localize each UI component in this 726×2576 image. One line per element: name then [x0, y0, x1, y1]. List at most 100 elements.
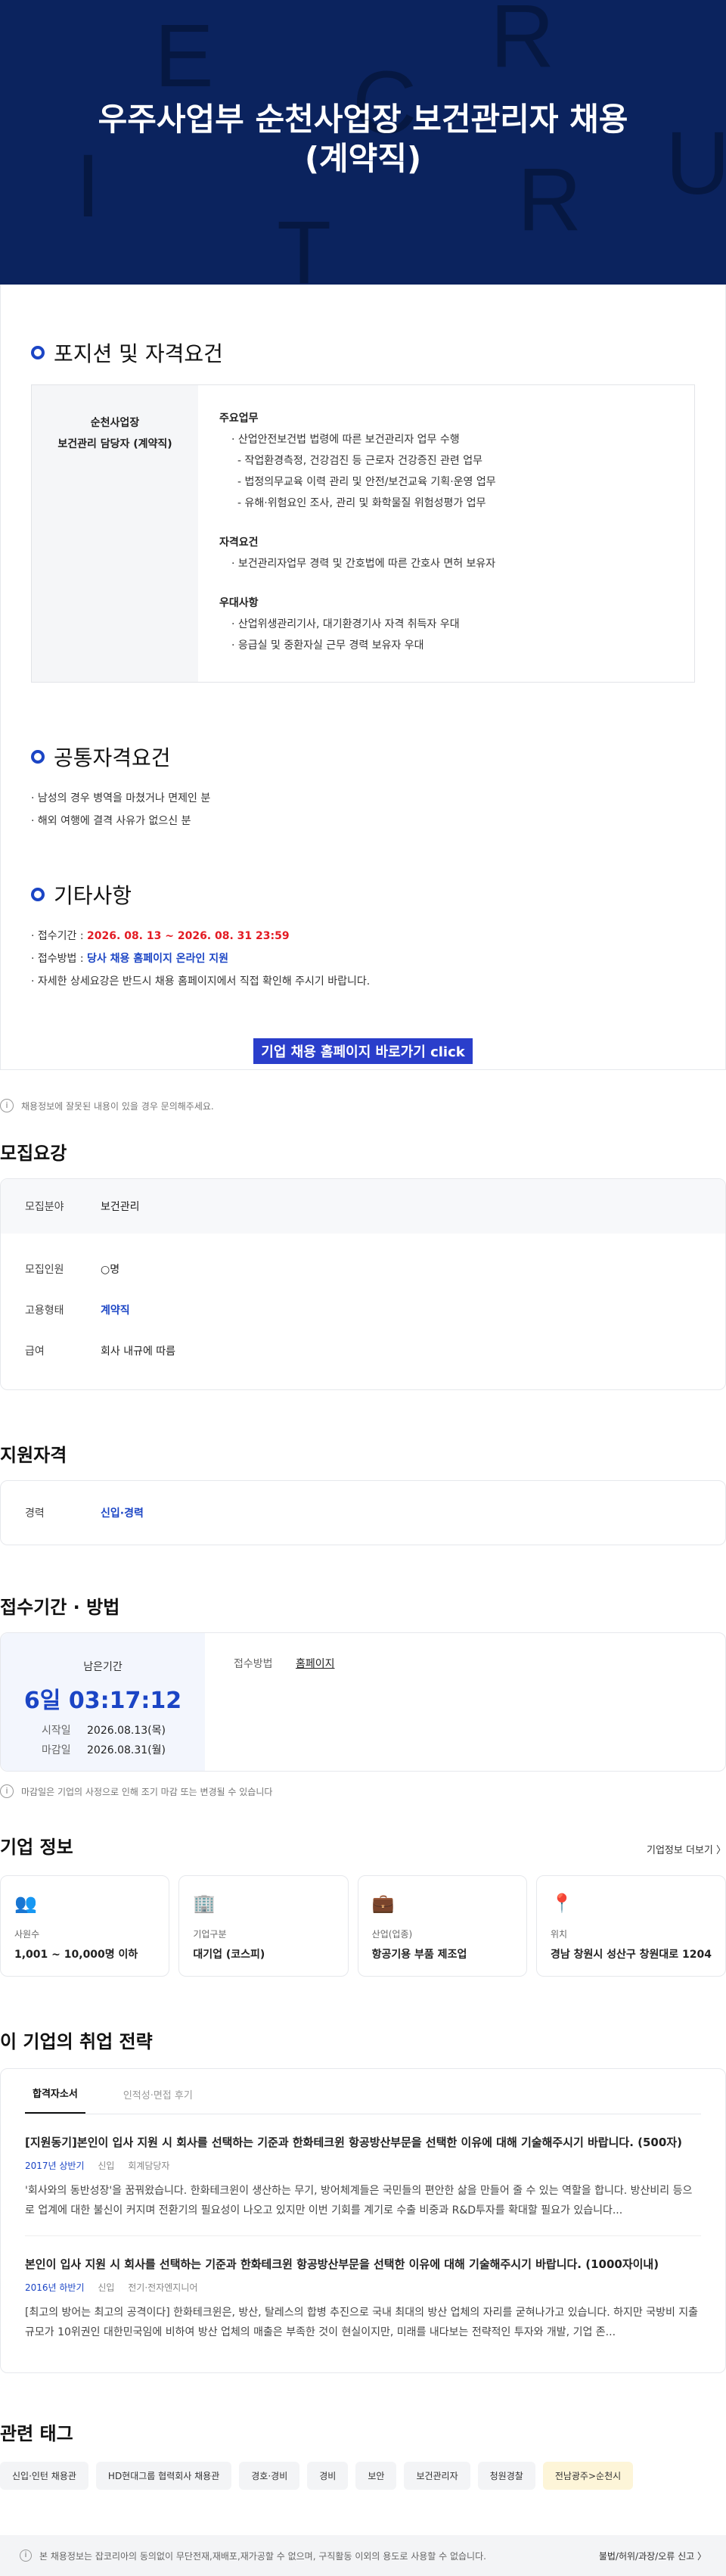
qualify-heading: 지원자격 [0, 1445, 67, 1466]
article-meta: 2017년 상반기 신입 회계담당자 [25, 2159, 701, 2172]
tab-interview-review[interactable]: 인적성·면접 후기 [116, 2087, 200, 2114]
list-item: · 자세한 상세요강은 반드시 채용 홈페이지에서 직접 확인해 주시기 바랍니… [31, 975, 371, 988]
tag-chip[interactable]: 보안 [355, 2462, 397, 2490]
article-job: 회계담당자 [128, 2161, 170, 2171]
card-label: 산업(업종) [371, 1929, 413, 1940]
article-body: '회사와의 동반성장'을 꿈꿔왔습니다. 한화테크윈이 생산하는 무기, 방어체… [25, 2185, 693, 2217]
tag-chip[interactable]: 보건관리자 [404, 2462, 470, 2490]
role-line: 순천사업장 [90, 417, 140, 429]
company-more-link[interactable]: 기업정보 더보기 〉 [647, 1842, 726, 1856]
remaining-time-panel: 남은기간 6일 03:17:12 시작일 2026.08.13(목) 마감일 202… [1, 1633, 205, 1771]
info-icon: i [20, 2550, 32, 2562]
card-value: 항공기용 부품 제조업 [371, 1949, 467, 1961]
hero-deco-letter: T [277, 203, 332, 285]
preference-heading: 우대사항 [219, 597, 259, 609]
circle-bullet-icon [31, 346, 45, 359]
tag-chip[interactable]: HD현대그룹 협력회사 채용관 [95, 2462, 232, 2490]
section-title-text: 기타사항 [54, 883, 132, 908]
list-item: · 접수기간 : 2026. 08. 13 ~ 2026. 08. 31 23:… [31, 925, 695, 947]
count-label: 모집인원 [25, 1264, 64, 1276]
role-line: 보건관리 담당자 (계약직) [57, 438, 172, 450]
etc-list: · 접수기간 : 2026. 08. 13 ~ 2026. 08. 31 23:… [31, 925, 695, 993]
type-value: 계약직 [101, 1305, 130, 1317]
list-item: · 해외 여행에 결격 사유가 없으신 분 [31, 815, 191, 827]
notice-text[interactable]: 채용정보에 잘못된 내용이 있을 경우 문의해주세요. [21, 1100, 214, 1112]
people-icon: 👥 [14, 1893, 37, 1914]
tag-chip[interactable]: 경비 [307, 2462, 349, 2490]
card-label: 기업구분 [193, 1929, 227, 1940]
report-link[interactable]: 불법/허위/과장/오류 신고 〉 [599, 2550, 706, 2562]
job-title-line2: (계약직) [304, 140, 422, 177]
recruit-heading: 모집요강 [0, 1143, 67, 1164]
company-homepage-link[interactable]: 기업 채용 홈페이지 바로가기 click [253, 1038, 473, 1064]
tag-chip[interactable]: 청원경찰 [477, 2462, 535, 2490]
preference-item: · 응급실 및 중환자실 근무 경력 보유자 우대 [231, 639, 424, 652]
field-value: 보건관리 [101, 1201, 140, 1213]
deadline-notice: i 마감일은 기업의 사정으로 인해 조기 마감 또는 변경될 수 있습니다 [0, 1772, 726, 1802]
article-meta: 2016년 하반기 신입 전기·전자엔지니어 [25, 2281, 701, 2294]
type-label: 고용형태 [25, 1305, 64, 1317]
method-panel: 접수방법 홈페이지 [205, 1633, 335, 1771]
article-title[interactable]: [지원동기]본인이 입사 지원 시 회사를 선택하는 기준과 한화테크윈 항공방… [25, 2134, 701, 2150]
position-section-title: 포지션 및 자격요건 [31, 338, 695, 368]
company-header: 기업 정보 기업정보 더보기 〉 [0, 1832, 726, 1859]
notice-text: 마감일은 기업의 사정으로 인해 조기 마감 또는 변경될 수 있습니다 [21, 1786, 273, 1797]
apply-heading: 접수기간 · 방법 [0, 1597, 120, 1618]
position-table: 순천사업장 보건관리 담당자 (계약직) 주요업무 · 산업안전보건법 법령에 … [31, 384, 695, 683]
start-value: 2026.08.13(목) [87, 1725, 166, 1737]
tag-chip[interactable]: 신입·인턴 채용관 [0, 2462, 88, 2490]
article-level: 신입 [98, 2161, 115, 2171]
copyright-text[interactable]: 본 채용정보는 잡코리아의 동의없이 무단전재,재배포,재가공할 수 없으며, … [39, 2550, 486, 2562]
count-value: ○명 [101, 1264, 120, 1276]
article-body: [최고의 방어는 최고의 공격이다] 한화테크윈은, 방산, 탈레스의 합병 추… [25, 2307, 699, 2338]
end-value: 2026.08.31(월) [87, 1744, 166, 1756]
list-item: · 접수방법 : 당사 채용 홈페이지 온라인 지원 [31, 947, 695, 970]
report-notice: i 채용정보에 잘못된 내용이 있을 경우 문의해주세요. [0, 1070, 726, 1123]
tag-list: 신입·인턴 채용관 HD현대그룹 협력회사 채용관 경호·경비 경비 보안 보건… [0, 2462, 726, 2490]
end-label: 마감일 [42, 1744, 71, 1756]
job-title-line1: 우주사업부 순천사업장 보건관리자 채용 [98, 101, 628, 138]
duty-item: - 작업환경측정, 건강검진 등 근로자 건강증진 관련 업무 [237, 455, 483, 467]
card-label: 사원수 [14, 1929, 40, 1940]
card-value: 1,001 ~ 10,000명 이하 [14, 1949, 138, 1961]
qualify-card: 경력 신입·경력 [0, 1480, 726, 1545]
cta-wrap: 기업 채용 홈페이지 바로가기 click [31, 1038, 695, 1064]
homepage-link[interactable]: 홈페이지 [296, 1658, 335, 1670]
hero-banner: E R C I U R T 우주사업부 순천사업장 보건관리자 채용 (계약직) [0, 0, 726, 285]
circle-bullet-icon [31, 888, 45, 901]
hero-deco-letter: R [490, 0, 555, 86]
circle-bullet-icon [31, 750, 45, 764]
location-pin-icon: 📍 [550, 1893, 573, 1914]
method-label: · 접수방법 : [31, 953, 88, 965]
section-title-text: 포지션 및 자격요건 [54, 341, 223, 366]
career-value: 신입·경력 [101, 1507, 144, 1520]
tag-chip[interactable]: 경호·경비 [239, 2462, 300, 2490]
article-year: 2017년 상반기 [25, 2161, 85, 2171]
recruit-row: 급여 회사 내규에 따름 [1, 1330, 725, 1371]
article-level: 신입 [98, 2282, 115, 2293]
strategy-card: 합격자소서 인적성·면접 후기 [지원동기]본인이 입사 지원 시 회사를 선택… [0, 2068, 726, 2373]
info-icon: i [0, 1099, 14, 1112]
job-title: 우주사업부 순천사업장 보건관리자 채용 (계약직) [0, 100, 726, 179]
article-title[interactable]: 본인이 입사 지원 시 회사를 선택하는 기준과 한화테크윈 항공방산부문을 선… [25, 2256, 701, 2272]
recruit-row: 모집인원 ○명 [1, 1249, 725, 1290]
company-heading: 기업 정보 [0, 1837, 73, 1858]
list-item[interactable]: 본인이 입사 지원 시 회사를 선택하는 기준과 한화테크윈 항공방산부문을 선… [25, 2236, 701, 2357]
method-value: 당사 채용 홈페이지 온라인 지원 [87, 953, 228, 965]
section-title-text: 공통자격요건 [54, 745, 171, 770]
tab-cover-letter[interactable]: 합격자소서 [25, 2086, 85, 2114]
qualify-row: 경력 신입·경력 [1, 1481, 725, 1545]
card-value: 경남 창원시 성산구 창원대로 1204 [550, 1949, 712, 1961]
company-cards: 👥 사원수 1,001 ~ 10,000명 이하 🏢 기업구분 대기업 (코스피… [0, 1875, 726, 1977]
company-card: 🏢 기업구분 대기업 (코스피) [178, 1875, 349, 1977]
card-label: 위치 [550, 1929, 568, 1940]
start-date-row: 시작일 2026.08.13(목) [1, 1722, 205, 1738]
posting-body: 포지션 및 자격요건 순천사업장 보건관리 담당자 (계약직) 주요업무 · 산… [0, 285, 726, 1070]
common-section-title: 공통자격요건 [31, 742, 695, 772]
duty-item: - 법정의무교육 이력 관리 및 안전/보건교육 기획·운영 업무 [237, 476, 496, 488]
list-item[interactable]: [지원동기]본인이 입사 지원 시 회사를 선택하는 기준과 한화테크윈 항공방… [25, 2114, 701, 2236]
tag-chip[interactable]: 전남광주>순천시 [542, 2462, 634, 2490]
period-value: 2026. 08. 13 ~ 2026. 08. 31 23:59 [87, 930, 290, 942]
article-year: 2016년 하반기 [25, 2282, 85, 2293]
apply-card: 남은기간 6일 03:17:12 시작일 2026.08.13(목) 마감일 202… [0, 1632, 726, 1772]
